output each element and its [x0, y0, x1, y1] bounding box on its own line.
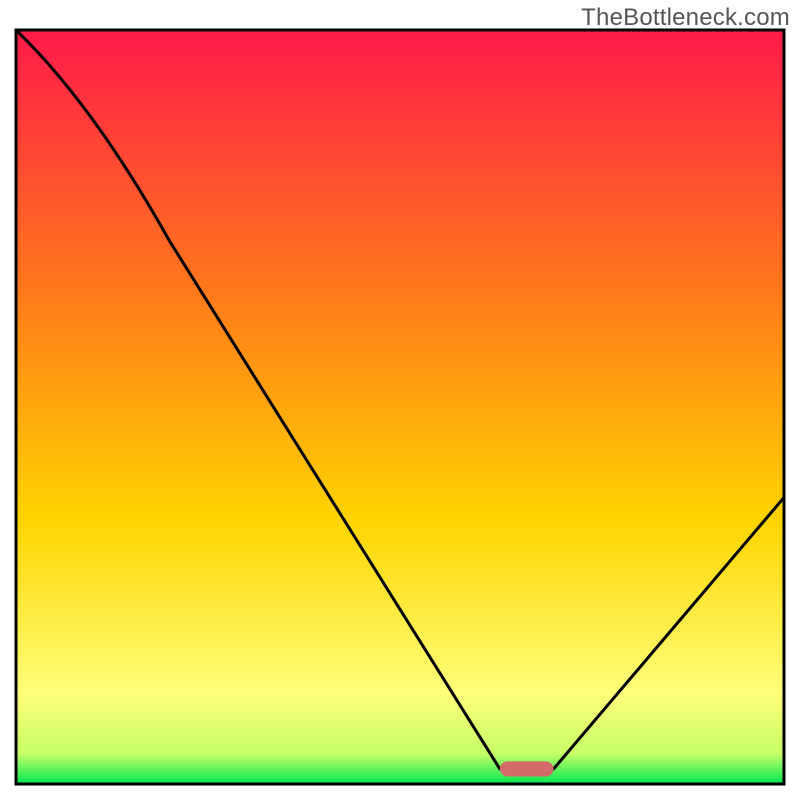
- watermark-text: TheBottleneck.com: [581, 4, 790, 32]
- bottleneck-chart: TheBottleneck.com: [0, 0, 800, 800]
- plot-background: [16, 30, 784, 784]
- optimal-marker: [500, 761, 554, 776]
- chart-svg: [0, 0, 800, 800]
